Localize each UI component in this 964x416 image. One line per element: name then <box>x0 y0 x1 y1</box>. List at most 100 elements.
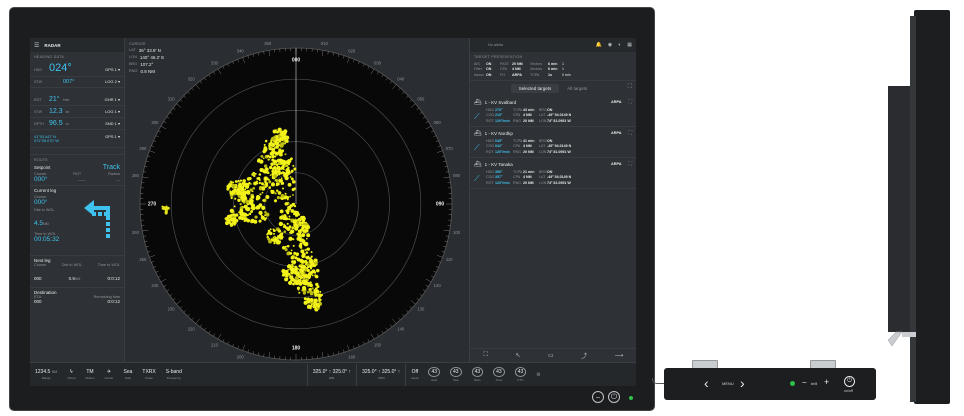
sp-rot-value: —— <box>78 178 86 182</box>
band-control[interactable]: S-band Frequency <box>161 364 187 386</box>
center-icon: ✈ <box>106 369 112 375</box>
sog-label: STW <box>34 110 42 114</box>
target-card[interactable]: ⛴ 1 - KV Svalbard ARPA ⛶ ⟋ HDG 270° TCPA 43 min B… <box>470 96 636 127</box>
radar-echo <box>287 218 290 221</box>
route-tool-icon[interactable]: ⤴ <box>581 351 587 360</box>
radar-ppi[interactable]: 0000100200300400500600700800901001101201… <box>125 38 469 362</box>
ebl-control[interactable]: 325.0° ↑ 325.0° ↑ EBL <box>306 363 356 386</box>
target-card[interactable]: ⛴ 1 - KV Nordkp ARPA ⛶ ⟋ HDG 045° TCPA 41 min BRG… <box>470 127 636 158</box>
radar-echo <box>283 168 285 171</box>
head-control[interactable]: Off Head <box>405 363 423 386</box>
radar-echo <box>230 196 233 200</box>
target-field: 4 NM <box>523 175 532 179</box>
menu-icon[interactable]: ☰ <box>34 42 39 49</box>
radar-echo <box>301 224 304 228</box>
target-presentation-row[interactable]: AIS ON PAST 20 NM Vectors 6 min 1 <box>474 62 632 66</box>
rot-source[interactable]: GHR 1 ▾ <box>105 97 120 102</box>
radar-echo <box>225 220 228 222</box>
minus-button[interactable]: − <box>592 391 604 403</box>
radar-echo <box>226 218 231 223</box>
right-toolbar: ⛶ ↖ ▭ ⤴ ⟶ <box>470 348 636 362</box>
stw-source[interactable]: LOG 2 ▾ <box>105 79 120 84</box>
power-button[interactable]: ⏻ <box>608 391 620 403</box>
target-field: LAT <box>539 144 546 148</box>
brill-plus-button[interactable]: + <box>824 377 829 387</box>
sea-knob[interactable]: 43 Sea <box>445 364 467 386</box>
orient-control[interactable]: ϟ Orient <box>62 364 80 386</box>
bell-icon[interactable]: 🔔 <box>596 42 602 48</box>
tp-cell: 20 NM <box>512 61 523 66</box>
grid-icon[interactable]: ▦ <box>627 42 632 48</box>
radar-echo <box>297 286 300 289</box>
radar-echo <box>287 159 290 162</box>
target-expand-icon[interactable]: ⛶ <box>628 99 632 105</box>
target-presentation-row[interactable]: Filter ON CPA 4 NM Vectors 6 min 1 <box>474 67 632 71</box>
rot-row[interactable]: ROT 21° /min GHR 1 ▾ <box>30 94 124 106</box>
sog-row[interactable]: STW 12.3 kn LOG 1 ▾ <box>30 106 124 118</box>
radar-echo <box>309 281 312 284</box>
position-row[interactable]: 41°03.447' N 071°05.070' W GPS 1 ▾ <box>30 130 124 148</box>
bearing-label-120: 120 <box>434 283 442 288</box>
next-button[interactable]: › <box>740 375 745 391</box>
fullscreen-icon[interactable]: ⛶ <box>484 352 488 359</box>
brill-minus-button[interactable]: − <box>802 378 807 387</box>
sp-radius-value: — <box>116 178 120 182</box>
radar-echo <box>226 184 231 189</box>
hdg-row[interactable]: HDG 024° GPS 1 ▾ <box>30 60 124 77</box>
tune-knob[interactable]: 43 Tune <box>488 364 510 386</box>
depth-source[interactable]: SND 1 ▾ <box>105 121 120 126</box>
motion-control[interactable]: TM Motion <box>80 364 99 386</box>
settings-icon[interactable]: ⚙ <box>531 364 545 386</box>
target-expand-icon[interactable]: ⛶ <box>628 161 632 167</box>
arrow-right-icon[interactable]: ⟶ <box>615 352 624 359</box>
bearing-label-250: 250 <box>139 257 147 262</box>
cursor-tool-icon[interactable]: ↖ <box>515 352 520 359</box>
txrx-control[interactable]: TXRX Pulse <box>137 364 160 386</box>
bearing-label-350: 350 <box>264 41 272 46</box>
radar-echo <box>246 177 251 181</box>
onoff-button[interactable]: ⏻ <box>844 376 855 387</box>
expand-icon[interactable]: ⛶ <box>628 84 632 91</box>
radar-echo <box>289 267 293 271</box>
radar-echo <box>290 232 292 235</box>
position-source[interactable]: GPS 1 ▾ <box>105 134 120 139</box>
menu-button[interactable]: MENU <box>722 381 734 386</box>
target-field: 43 min <box>523 107 535 112</box>
stw-row[interactable]: STW 007° LOG 2 ▾ <box>30 77 124 88</box>
depth-row[interactable]: DPTH 96.5 m SND 1 ▾ <box>30 118 124 130</box>
rain-knob[interactable]: 43 Rain <box>467 364 489 386</box>
radar-echo <box>301 289 304 292</box>
radar-echo <box>276 195 281 200</box>
radar-echo <box>281 135 286 139</box>
tab-all-targets[interactable]: All targets <box>559 84 595 93</box>
target-card[interactable]: ⛴ 1 - KV Tanaka ARPA ⛶ ⟋ HDG 356° TCPA 21 min BRG… <box>470 158 636 189</box>
prev-button[interactable]: ‹ <box>704 375 709 391</box>
center-control[interactable]: ✈ Center <box>99 364 118 386</box>
brightness-icon[interactable]: ◐ <box>618 42 621 48</box>
radar-echo <box>238 183 242 188</box>
vrm-control[interactable]: 325.0° ↑ 325.0° ↑ VRM <box>356 363 405 386</box>
radar-echo <box>284 192 287 195</box>
radar-echo <box>306 263 310 267</box>
tab-selected-targets[interactable]: Selected targets <box>510 83 560 93</box>
radar-echo <box>314 261 318 265</box>
auto-knob[interactable]: 43 Auto <box>423 364 445 386</box>
tp-cell: CPA <box>500 67 508 71</box>
radar-echo <box>269 228 272 231</box>
route-mode[interactable]: Track <box>103 164 120 171</box>
radar-display[interactable]: CURSOR LAT 36° 33.8' N LON 140° 46.2' E BR… <box>125 38 469 386</box>
target-presentation-row[interactable]: Assoc ON FH ARPA TCPA 1s 0 min <box>474 73 632 77</box>
radar-echo <box>306 237 308 240</box>
range-control[interactable]: 1234.5 NM Range <box>30 364 62 386</box>
sog-source[interactable]: LOG 1 ▾ <box>105 109 120 114</box>
user-icon[interactable]: ◉ <box>608 42 612 48</box>
target-expand-icon[interactable]: ⛶ <box>628 130 632 136</box>
ftc-knob[interactable]: 43 FTC <box>510 364 532 386</box>
radar-echo <box>280 183 283 185</box>
window-icon[interactable]: ▭ <box>548 352 554 359</box>
target-presentation-table: AIS ON PAST 20 NM Vectors 6 min 1 Filter ON CPA 4 … <box>470 62 636 81</box>
radar-echo <box>280 177 283 180</box>
sea-control[interactable]: Sea Gain <box>118 364 137 386</box>
bearing-label-230: 230 <box>168 306 176 311</box>
hdg-source[interactable]: GPS 1 ▾ <box>105 67 120 72</box>
